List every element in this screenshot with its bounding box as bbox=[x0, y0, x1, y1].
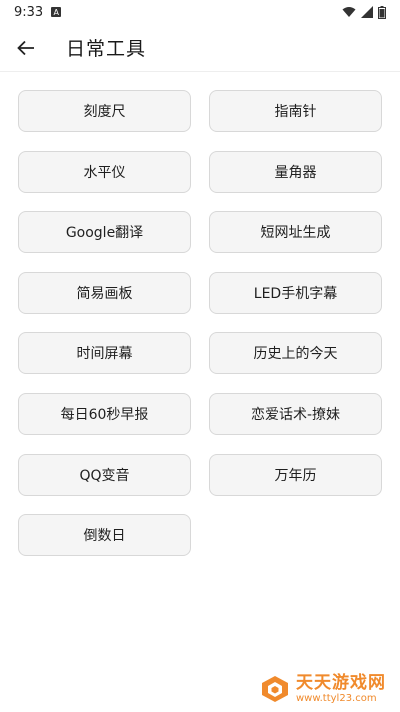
watermark-text: 天天游戏网 www.ttyl23.com bbox=[296, 674, 386, 704]
wifi-icon bbox=[342, 7, 356, 17]
battery-icon bbox=[378, 5, 386, 19]
tool-compass-button[interactable]: 指南针 bbox=[209, 90, 382, 132]
tool-qq-voice-button[interactable]: QQ变音 bbox=[18, 453, 191, 496]
tool-calendar-button[interactable]: 万年历 bbox=[209, 453, 382, 496]
tool-love-talk-button[interactable]: 恋爱话术-撩妹 bbox=[209, 392, 382, 435]
status-left: 9:33 A bbox=[14, 4, 62, 20]
page-title: 日常工具 bbox=[66, 38, 147, 60]
status-icons bbox=[342, 5, 386, 19]
tool-daily-news-button[interactable]: 每日60秒早报 bbox=[18, 392, 191, 435]
notification-icon: A bbox=[51, 7, 62, 17]
tool-grid: 刻度尺 指南针 水平仪 量角器 Google翻译 短网址生成 简易画板 LED手… bbox=[18, 90, 382, 557]
watermark-name: 天天游戏网 bbox=[296, 673, 386, 694]
status-time: 9:33 bbox=[14, 4, 44, 20]
tool-google-translate-button[interactable]: Google翻译 bbox=[18, 211, 191, 254]
tool-drawing-board-button[interactable]: 简易画板 bbox=[18, 271, 191, 314]
tool-history-today-button[interactable]: 历史上的今天 bbox=[209, 332, 382, 375]
tool-time-screen-button[interactable]: 时间屏幕 bbox=[18, 332, 191, 375]
tool-protractor-button[interactable]: 量角器 bbox=[209, 150, 382, 193]
watermark: 天天游戏网 www.ttyl23.com bbox=[260, 674, 386, 704]
tool-level-button[interactable]: 水平仪 bbox=[18, 150, 191, 193]
tool-countdown-button[interactable]: 倒数日 bbox=[18, 514, 191, 557]
app-bar: 日常工具 bbox=[0, 24, 400, 72]
signal-icon bbox=[361, 6, 373, 18]
watermark-url: www.ttyl23.com bbox=[296, 692, 377, 704]
back-button[interactable] bbox=[2, 24, 50, 72]
arrow-left-icon bbox=[17, 40, 34, 55]
tool-ruler-button[interactable]: 刻度尺 bbox=[18, 90, 191, 132]
watermark-logo-icon bbox=[262, 676, 288, 702]
status-bar: 9:33 A bbox=[0, 0, 400, 24]
tool-short-url-button[interactable]: 短网址生成 bbox=[209, 211, 382, 254]
tool-led-subtitle-button[interactable]: LED手机字幕 bbox=[209, 271, 382, 314]
